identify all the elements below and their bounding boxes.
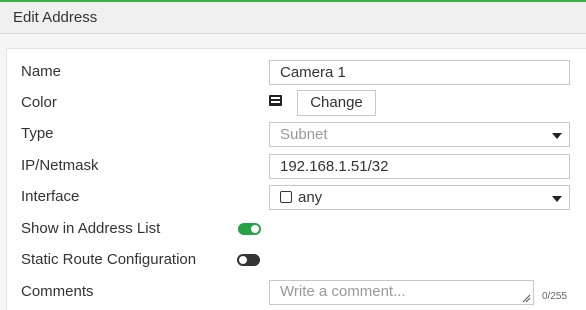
toggle-knob [239,256,247,264]
static-route-configuration-label: Static Route Configuration [21,251,197,268]
static-route-configuration-toggle[interactable] [237,254,260,266]
form-panel [6,48,586,310]
toggle-knob [251,225,259,233]
comments-label: Comments [21,283,94,300]
ip-netmask-label: IP/Netmask [21,157,99,174]
name-label: Name [21,63,62,80]
ip-netmask-input[interactable]: 192.168.1.51/32 [269,154,570,179]
dialog-header: Edit Address [0,2,586,34]
interface-select[interactable]: any [269,185,570,210]
name-input-value: Camera 1 [280,64,346,81]
comments-textarea[interactable] [269,280,534,305]
type-select[interactable]: Subnet [269,122,570,147]
checkbox-icon [280,191,292,203]
color-label: Color [21,94,57,111]
name-input[interactable]: Camera 1 [269,60,570,85]
type-label: Type [21,125,54,142]
chevron-down-icon [552,133,562,139]
ip-netmask-input-value: 192.168.1.51/32 [280,158,389,175]
comments-char-count: 0/255 [542,291,568,302]
show-in-address-list-toggle[interactable] [238,223,261,235]
show-in-address-list-label: Show in Address List [21,220,161,237]
resize-handle-icon[interactable] [522,294,531,303]
dialog-title: Edit Address [13,9,98,26]
edit-address-dialog: Edit Address Name Camera 1 Color Change … [0,0,586,310]
chevron-down-icon [552,196,562,202]
interface-label: Interface [21,188,80,205]
interface-select-value: any [298,189,323,206]
color-swatch-icon [269,95,282,106]
type-select-value: Subnet [280,126,328,143]
change-color-button[interactable]: Change [297,90,376,116]
